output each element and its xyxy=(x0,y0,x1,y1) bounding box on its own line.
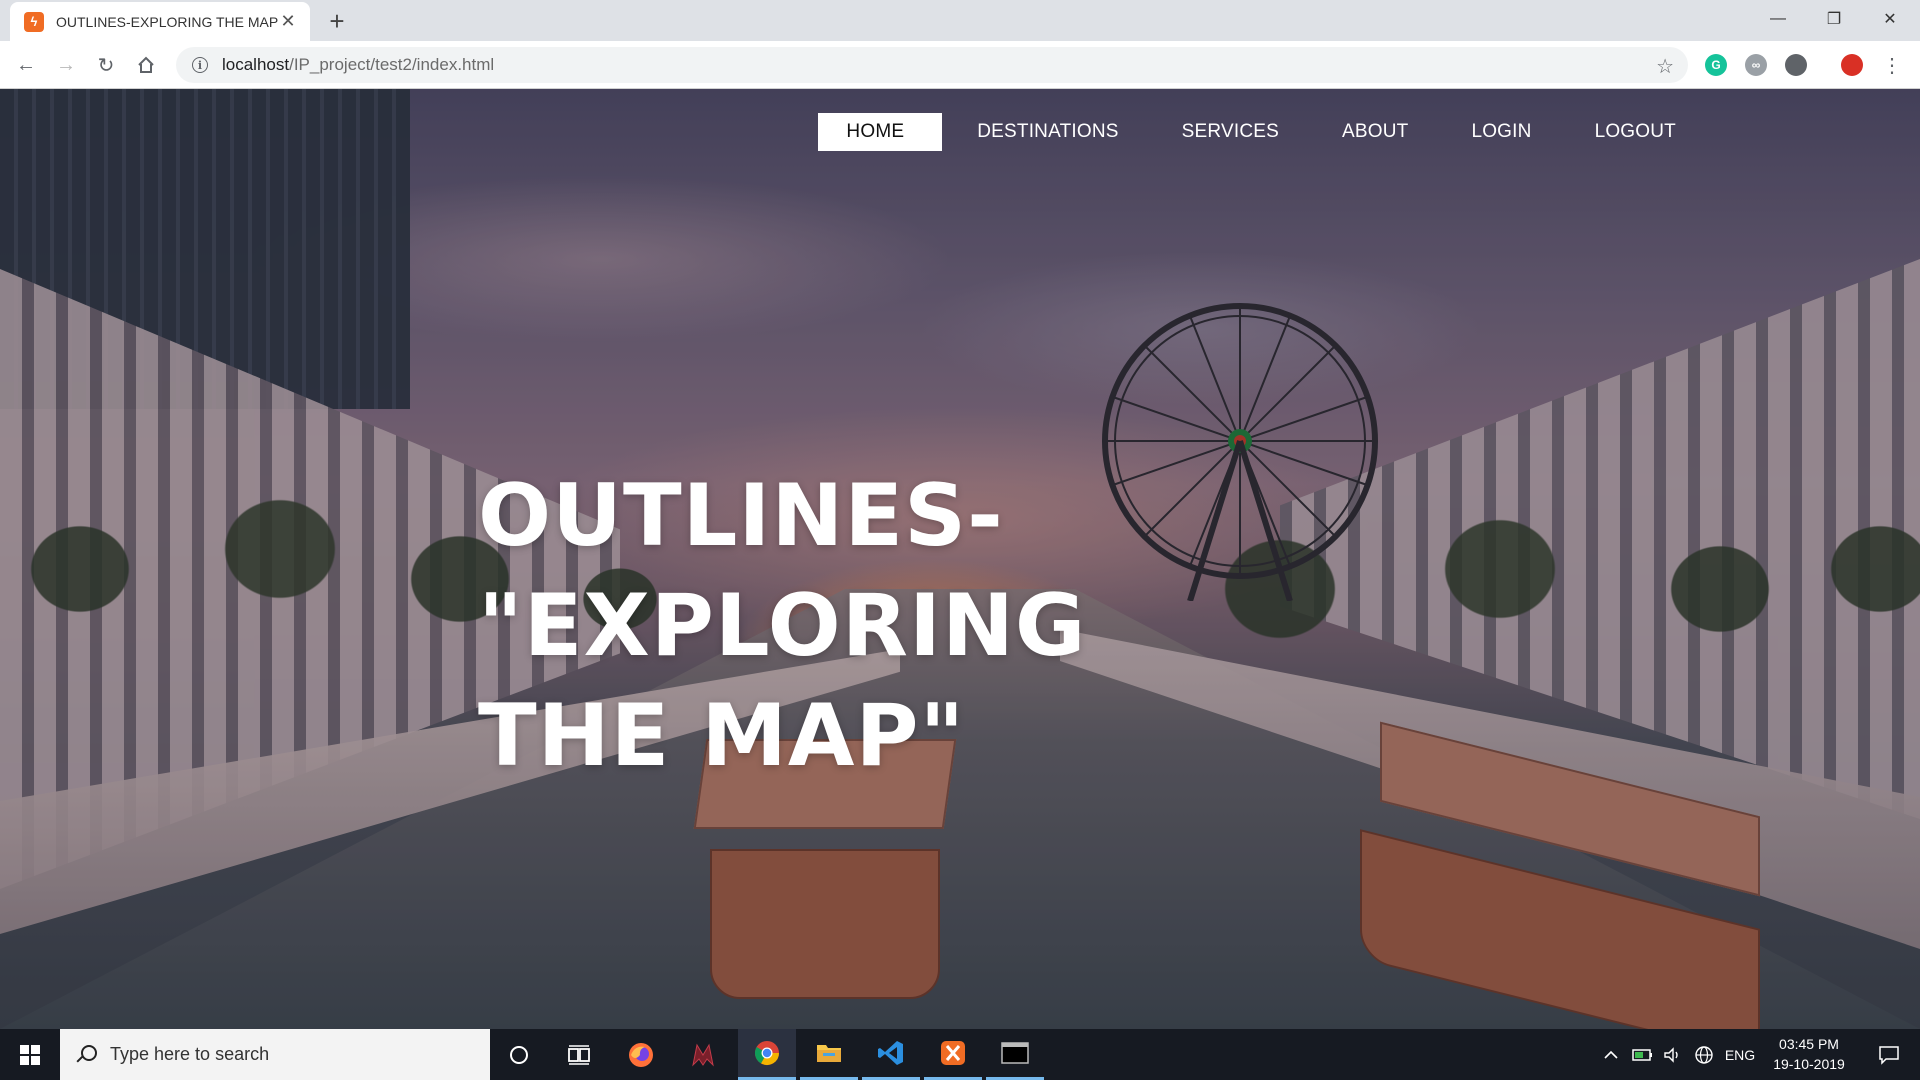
nav-link-login[interactable]: LOGIN xyxy=(1443,113,1559,151)
tab-close-icon[interactable]: ✕ xyxy=(278,11,298,32)
firefox-icon[interactable] xyxy=(612,1029,670,1080)
forward-arrow-icon[interactable]: → xyxy=(50,49,82,81)
nav-link-logout[interactable]: LOGOUT xyxy=(1567,113,1704,151)
taskbar-search-box[interactable]: Type here to search xyxy=(60,1029,490,1080)
nav-link-destinations[interactable]: DESTINATIONS xyxy=(949,113,1146,151)
minimize-button[interactable]: — xyxy=(1750,0,1806,38)
hero-title: OUTLINES-"EXPLORING THE MAP" xyxy=(478,461,1478,791)
network-globe-icon[interactable] xyxy=(1688,1029,1720,1080)
nav-link-about[interactable]: ABOUT xyxy=(1314,113,1436,151)
xampp-favicon-icon: ϟ xyxy=(24,11,44,32)
extension-circle-icon[interactable] xyxy=(1785,54,1807,76)
language-indicator[interactable]: ENG xyxy=(1722,1029,1758,1080)
webpage-viewport: HOME DESTINATIONS SERVICES ABOUT LOGIN L… xyxy=(0,89,1920,1029)
profile-avatar[interactable] xyxy=(1841,54,1863,76)
windows-taskbar: Type here to search ENG 03:45 PM 19-10-2 xyxy=(0,1029,1920,1080)
browser-tabstrip: ϟ OUTLINES-EXPLORING THE MAP ✕ + — ❐ ✕ xyxy=(0,0,1920,41)
search-placeholder: Type here to search xyxy=(110,1044,270,1064)
browser-toolbar: ← → ↻ i localhost/IP_project/test2/index… xyxy=(0,41,1920,89)
menu-kebab-icon[interactable]: ⋮ xyxy=(1876,49,1908,81)
task-view-icon[interactable] xyxy=(550,1029,608,1080)
terminal-icon[interactable] xyxy=(986,1029,1044,1080)
restore-button[interactable]: ❐ xyxy=(1806,0,1862,38)
chrome-taskbar-icon[interactable] xyxy=(738,1029,796,1080)
taskbar-clock[interactable]: 03:45 PM 19-10-2019 xyxy=(1766,1034,1852,1074)
close-window-button[interactable]: ✕ xyxy=(1862,0,1918,38)
volume-icon[interactable] xyxy=(1658,1029,1688,1080)
site-info-icon[interactable]: i xyxy=(192,57,208,73)
url-text: localhost/IP_project/test2/index.html xyxy=(222,55,495,74)
vscode-icon[interactable] xyxy=(862,1029,920,1080)
address-bar[interactable]: i localhost/IP_project/test2/index.html … xyxy=(176,47,1688,83)
action-center-notification-icon[interactable] xyxy=(1864,1029,1914,1080)
xampp-icon[interactable] xyxy=(924,1029,982,1080)
search-icon xyxy=(74,1044,97,1066)
extension-icon[interactable]: ∞ xyxy=(1745,54,1767,76)
predator-app-icon[interactable] xyxy=(674,1029,732,1080)
cortana-icon[interactable] xyxy=(490,1029,548,1080)
new-tab-button[interactable]: + xyxy=(322,6,352,36)
hero-title-line-2: THE MAP" xyxy=(478,686,966,786)
browser-tab-active[interactable]: ϟ OUTLINES-EXPLORING THE MAP ✕ xyxy=(10,2,310,41)
nav-link-services[interactable]: SERVICES xyxy=(1154,113,1307,151)
clock-date: 19-10-2019 xyxy=(1773,1056,1845,1072)
windows-logo-icon xyxy=(20,1044,40,1065)
nav-link-home[interactable]: HOME xyxy=(818,113,943,151)
tab-title: OUTLINES-EXPLORING THE MAP xyxy=(56,13,278,30)
bookmark-star-icon[interactable]: ☆ xyxy=(1656,54,1674,79)
battery-charging-icon[interactable] xyxy=(1628,1029,1658,1080)
reload-icon[interactable]: ↻ xyxy=(90,49,122,81)
hero-title-line-1: OUTLINES-"EXPLORING xyxy=(478,466,1087,676)
back-arrow-icon[interactable]: ← xyxy=(10,49,42,81)
site-navigation: HOME DESTINATIONS SERVICES ABOUT LOGIN L… xyxy=(811,113,1704,151)
windows-start-button[interactable] xyxy=(0,1029,60,1080)
clock-time: 03:45 PM xyxy=(1779,1036,1839,1052)
home-icon[interactable] xyxy=(130,49,162,81)
file-explorer-icon[interactable] xyxy=(800,1029,858,1080)
tray-expand-chevron-icon[interactable] xyxy=(1598,1029,1624,1080)
grammarly-extension-icon[interactable]: G xyxy=(1705,54,1727,76)
